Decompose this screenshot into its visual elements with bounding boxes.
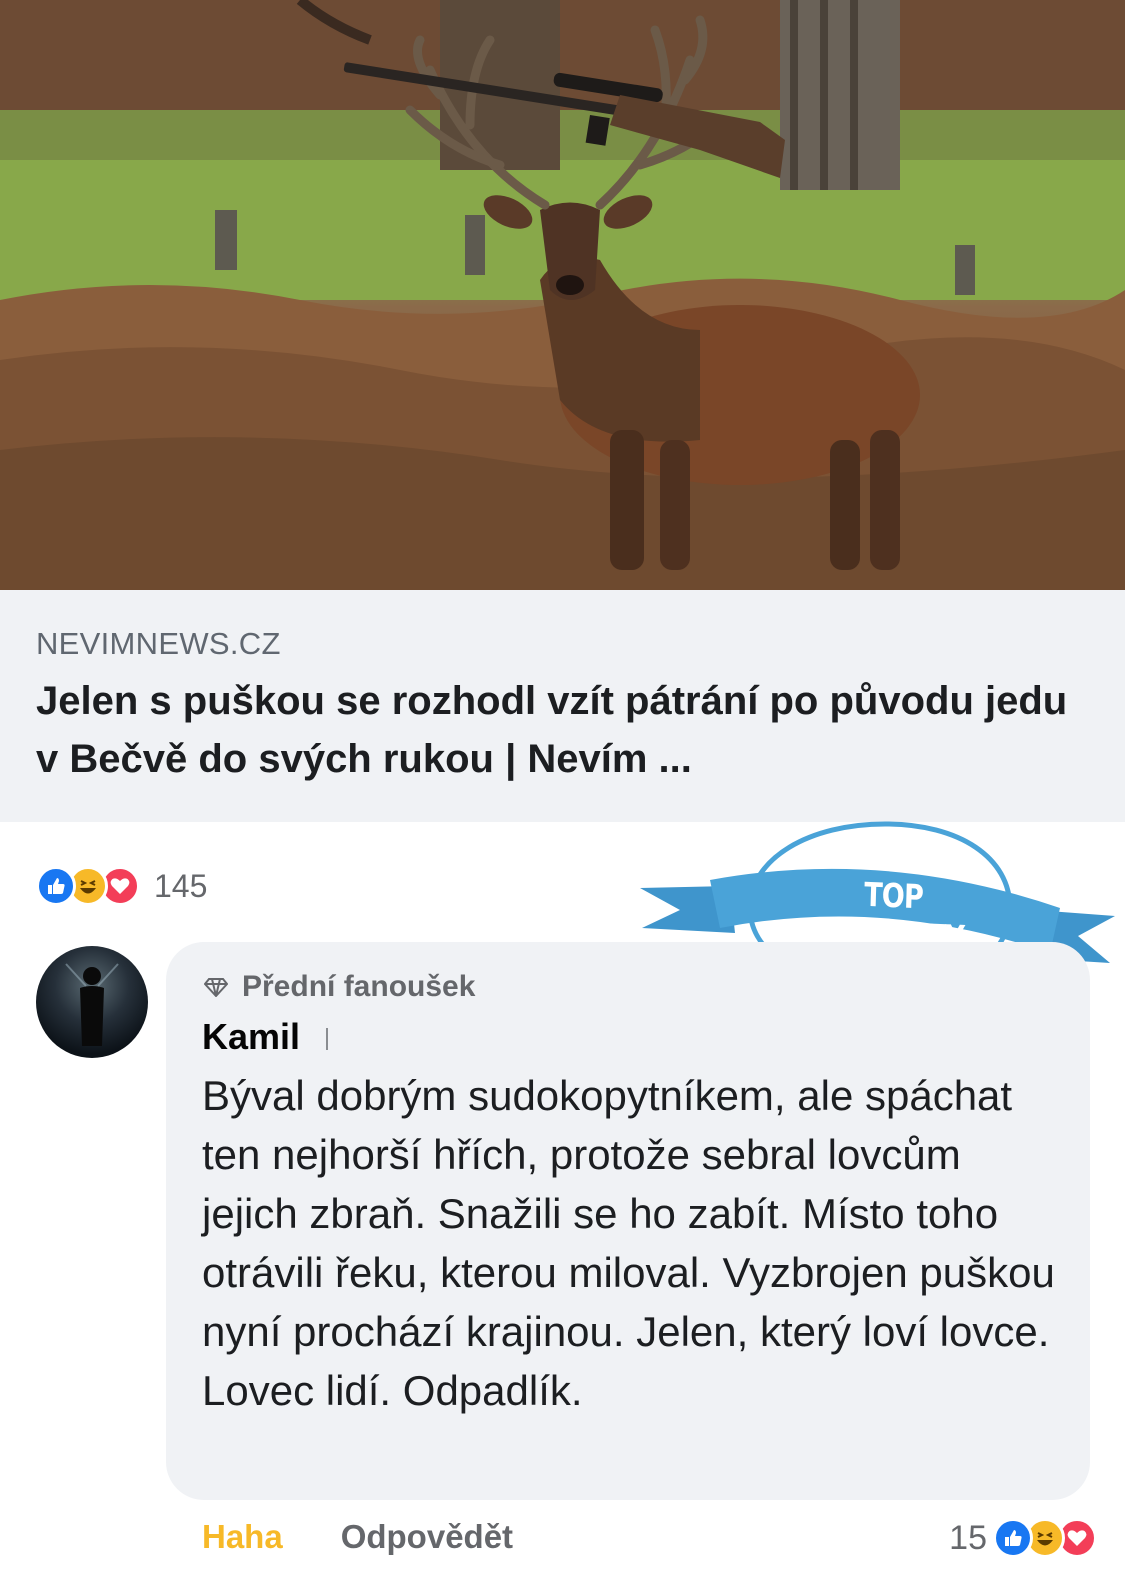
top-fan-badge: Přední fanoušek bbox=[204, 970, 475, 1004]
person-silhouette-icon bbox=[65, 963, 119, 1046]
author-divider bbox=[326, 1028, 328, 1050]
comment-bubble[interactable]: Přední fanoušek Kamil Býval dobrým sudok… bbox=[166, 942, 1090, 1500]
post-photo[interactable] bbox=[0, 0, 1125, 590]
top-fan-label: Přední fanoušek bbox=[242, 970, 476, 1003]
comment-actions: Haha Odpovědět bbox=[202, 1518, 513, 1556]
reaction-count[interactable]: 145 bbox=[154, 868, 207, 905]
like-icon bbox=[993, 1518, 1033, 1558]
like-icon bbox=[36, 866, 76, 906]
avatar[interactable] bbox=[36, 946, 148, 1058]
link-domain: NEVIMNEWS.CZ bbox=[36, 626, 281, 661]
comment-reaction-count: 15 bbox=[949, 1518, 987, 1557]
diamond-icon bbox=[204, 978, 228, 997]
comment-author[interactable]: Kamil bbox=[202, 1016, 300, 1058]
link-preview[interactable]: NEVIMNEWS.CZ Jelen s puškou se rozhodl v… bbox=[0, 590, 1125, 822]
comment-reactions[interactable]: 15 bbox=[949, 1514, 1097, 1562]
haha-button[interactable]: Haha bbox=[202, 1518, 283, 1556]
comment-text: Býval dobrým sudokopytníkem, ale spáchat… bbox=[202, 1072, 1055, 1414]
reply-button[interactable]: Odpovědět bbox=[341, 1518, 513, 1556]
link-title[interactable]: Jelen s puškou se rozhodl vzít pátrání p… bbox=[36, 672, 1096, 788]
post-reactions[interactable]: 145 bbox=[36, 862, 207, 910]
stag-with-rifle-illustration bbox=[0, 0, 1125, 590]
